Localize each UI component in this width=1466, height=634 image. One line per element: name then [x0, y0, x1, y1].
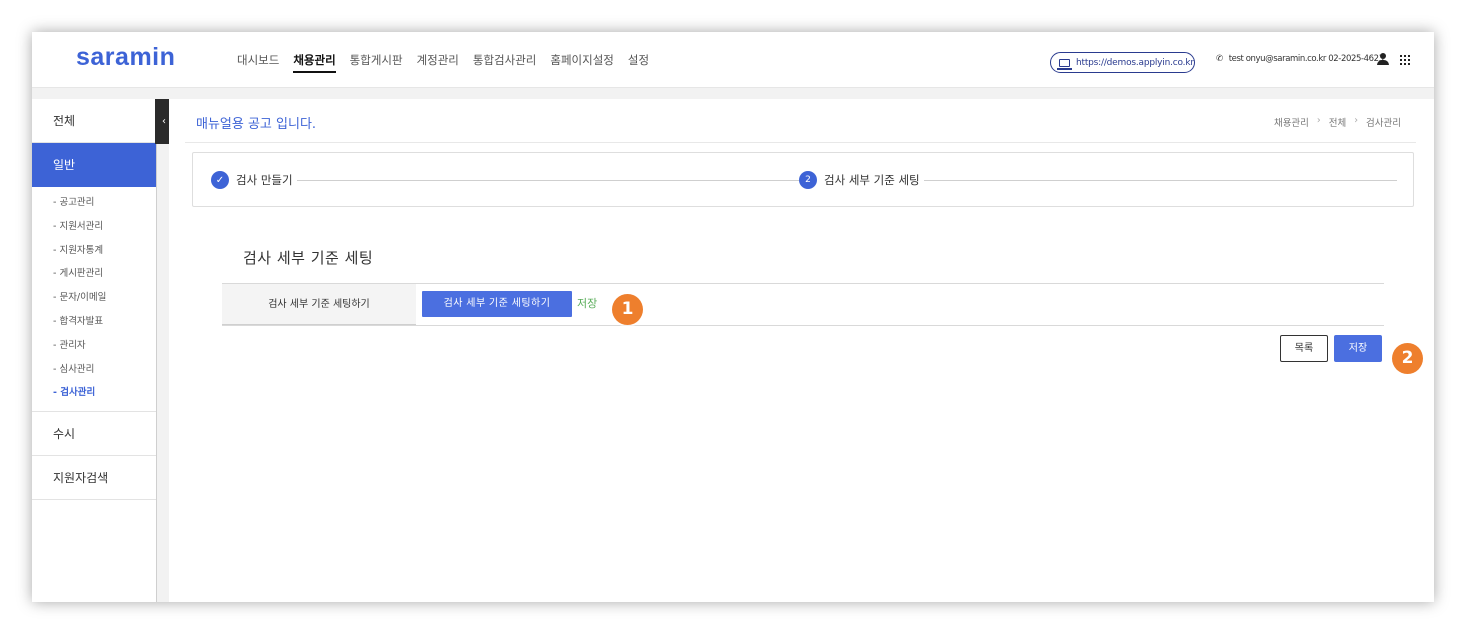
contact-text: test onyu@saramin.co.kr 02-2025-4623	[1228, 54, 1384, 64]
sidebar-item-review[interactable]: - 심사관리	[53, 358, 156, 382]
site-url-text: https://demos.applyin.co.kr	[1076, 57, 1194, 68]
step-indicator: ✓ 검사 만들기 2 검사 세부 기준 세팅	[192, 152, 1414, 207]
divider	[222, 325, 1384, 326]
sidebar-item-managers[interactable]: - 관리자	[53, 334, 156, 358]
top-header: saramin 대시보드 채용관리 통합게시판 계정관리 통합검사관리 홈페이지…	[32, 32, 1434, 88]
sidebar-item-applications[interactable]: - 지원서관리	[53, 215, 156, 239]
form-label: 검사 세부 기준 세팅하기	[222, 284, 416, 325]
phone-icon: ✆	[1216, 54, 1223, 64]
monitor-icon	[1057, 58, 1072, 70]
step-label: 검사 만들기	[236, 173, 293, 187]
saramin-logo[interactable]: saramin	[76, 43, 175, 72]
chevron-right-icon: ›	[1316, 115, 1321, 126]
app-window: saramin 대시보드 채용관리 통합게시판 계정관리 통합검사관리 홈페이지…	[32, 32, 1434, 602]
user-icon[interactable]	[1377, 53, 1389, 67]
step-1: ✓ 검사 만들기	[211, 171, 297, 189]
global-nav: 대시보드 채용관리 통합게시판 계정관리 통합검사관리 홈페이지설정 설정	[237, 32, 649, 88]
breadcrumb-item[interactable]: 전체	[1329, 115, 1346, 129]
step-2: 2 검사 세부 기준 세팅	[799, 171, 924, 189]
sidebar-item-board[interactable]: - 게시판관리	[53, 262, 156, 286]
nav-homepage-settings[interactable]: 홈페이지설정	[550, 32, 613, 88]
breadcrumb-item[interactable]: 채용관리	[1274, 115, 1309, 129]
divider	[185, 142, 1416, 143]
step-label: 검사 세부 기준 세팅	[824, 173, 920, 187]
nav-test-management[interactable]: 통합검사관리	[473, 32, 536, 88]
sidebar-item-results[interactable]: - 합격자발표	[53, 310, 156, 334]
sidebar: 전체 일반 - 공고관리 - 지원서관리 - 지원자통계 - 게시판관리 - 문…	[32, 99, 157, 602]
sidebar-item-applicant-search[interactable]: 지원자검색	[32, 456, 156, 501]
sidebar-submenu: - 공고관리 - 지원서관리 - 지원자통계 - 게시판관리 - 문자/이메일 …	[32, 187, 156, 413]
breadcrumb: 채용관리 › 전체 › 검사관리	[1274, 115, 1401, 129]
list-button[interactable]: 목록	[1280, 335, 1328, 362]
nav-board[interactable]: 통합게시판	[350, 32, 403, 88]
check-icon: ✓	[211, 171, 229, 189]
nav-accounts[interactable]: 계정관리	[417, 32, 459, 88]
sidebar-item-test-management[interactable]: - 검사관리	[53, 381, 156, 405]
sidebar-item-all[interactable]: 전체	[32, 99, 156, 143]
annotation-badge-1: 1	[612, 294, 643, 325]
setting-button[interactable]: 검사 세부 기준 세팅하기	[422, 291, 572, 317]
sidebar-item-job-posting[interactable]: - 공고관리	[53, 191, 156, 215]
sidebar-item-general[interactable]: 일반	[32, 143, 156, 187]
annotation-badge-2: 2	[1392, 343, 1423, 374]
saved-status: 저장	[577, 297, 598, 310]
section-title: 검사 세부 기준 세팅	[243, 249, 374, 267]
chevron-right-icon: ›	[1354, 115, 1359, 126]
apps-grid-icon[interactable]	[1400, 55, 1410, 65]
page-title: 매뉴얼용 공고 입니다.	[196, 117, 317, 132]
nav-dashboard[interactable]: 대시보드	[237, 32, 279, 88]
nav-recruitment[interactable]: 채용관리	[293, 32, 336, 88]
step-number: 2	[799, 171, 817, 189]
contact-info: ✆ test onyu@saramin.co.kr 02-2025-4623	[1216, 54, 1384, 64]
site-url-link[interactable]: https://demos.applyin.co.kr	[1050, 52, 1195, 73]
breadcrumb-item: 검사관리	[1366, 118, 1401, 129]
main-content: 매뉴얼용 공고 입니다. 채용관리 › 전체 › 검사관리 ✓ 검사 만들기 2…	[169, 99, 1434, 602]
sidebar-item-sms-email[interactable]: - 문자/이메일	[53, 286, 156, 310]
nav-settings[interactable]: 설정	[628, 32, 649, 88]
sidebar-item-occasional[interactable]: 수시	[32, 412, 156, 457]
save-button[interactable]: 저장	[1334, 335, 1382, 362]
sidebar-item-applicant-stats[interactable]: - 지원자통계	[53, 239, 156, 263]
